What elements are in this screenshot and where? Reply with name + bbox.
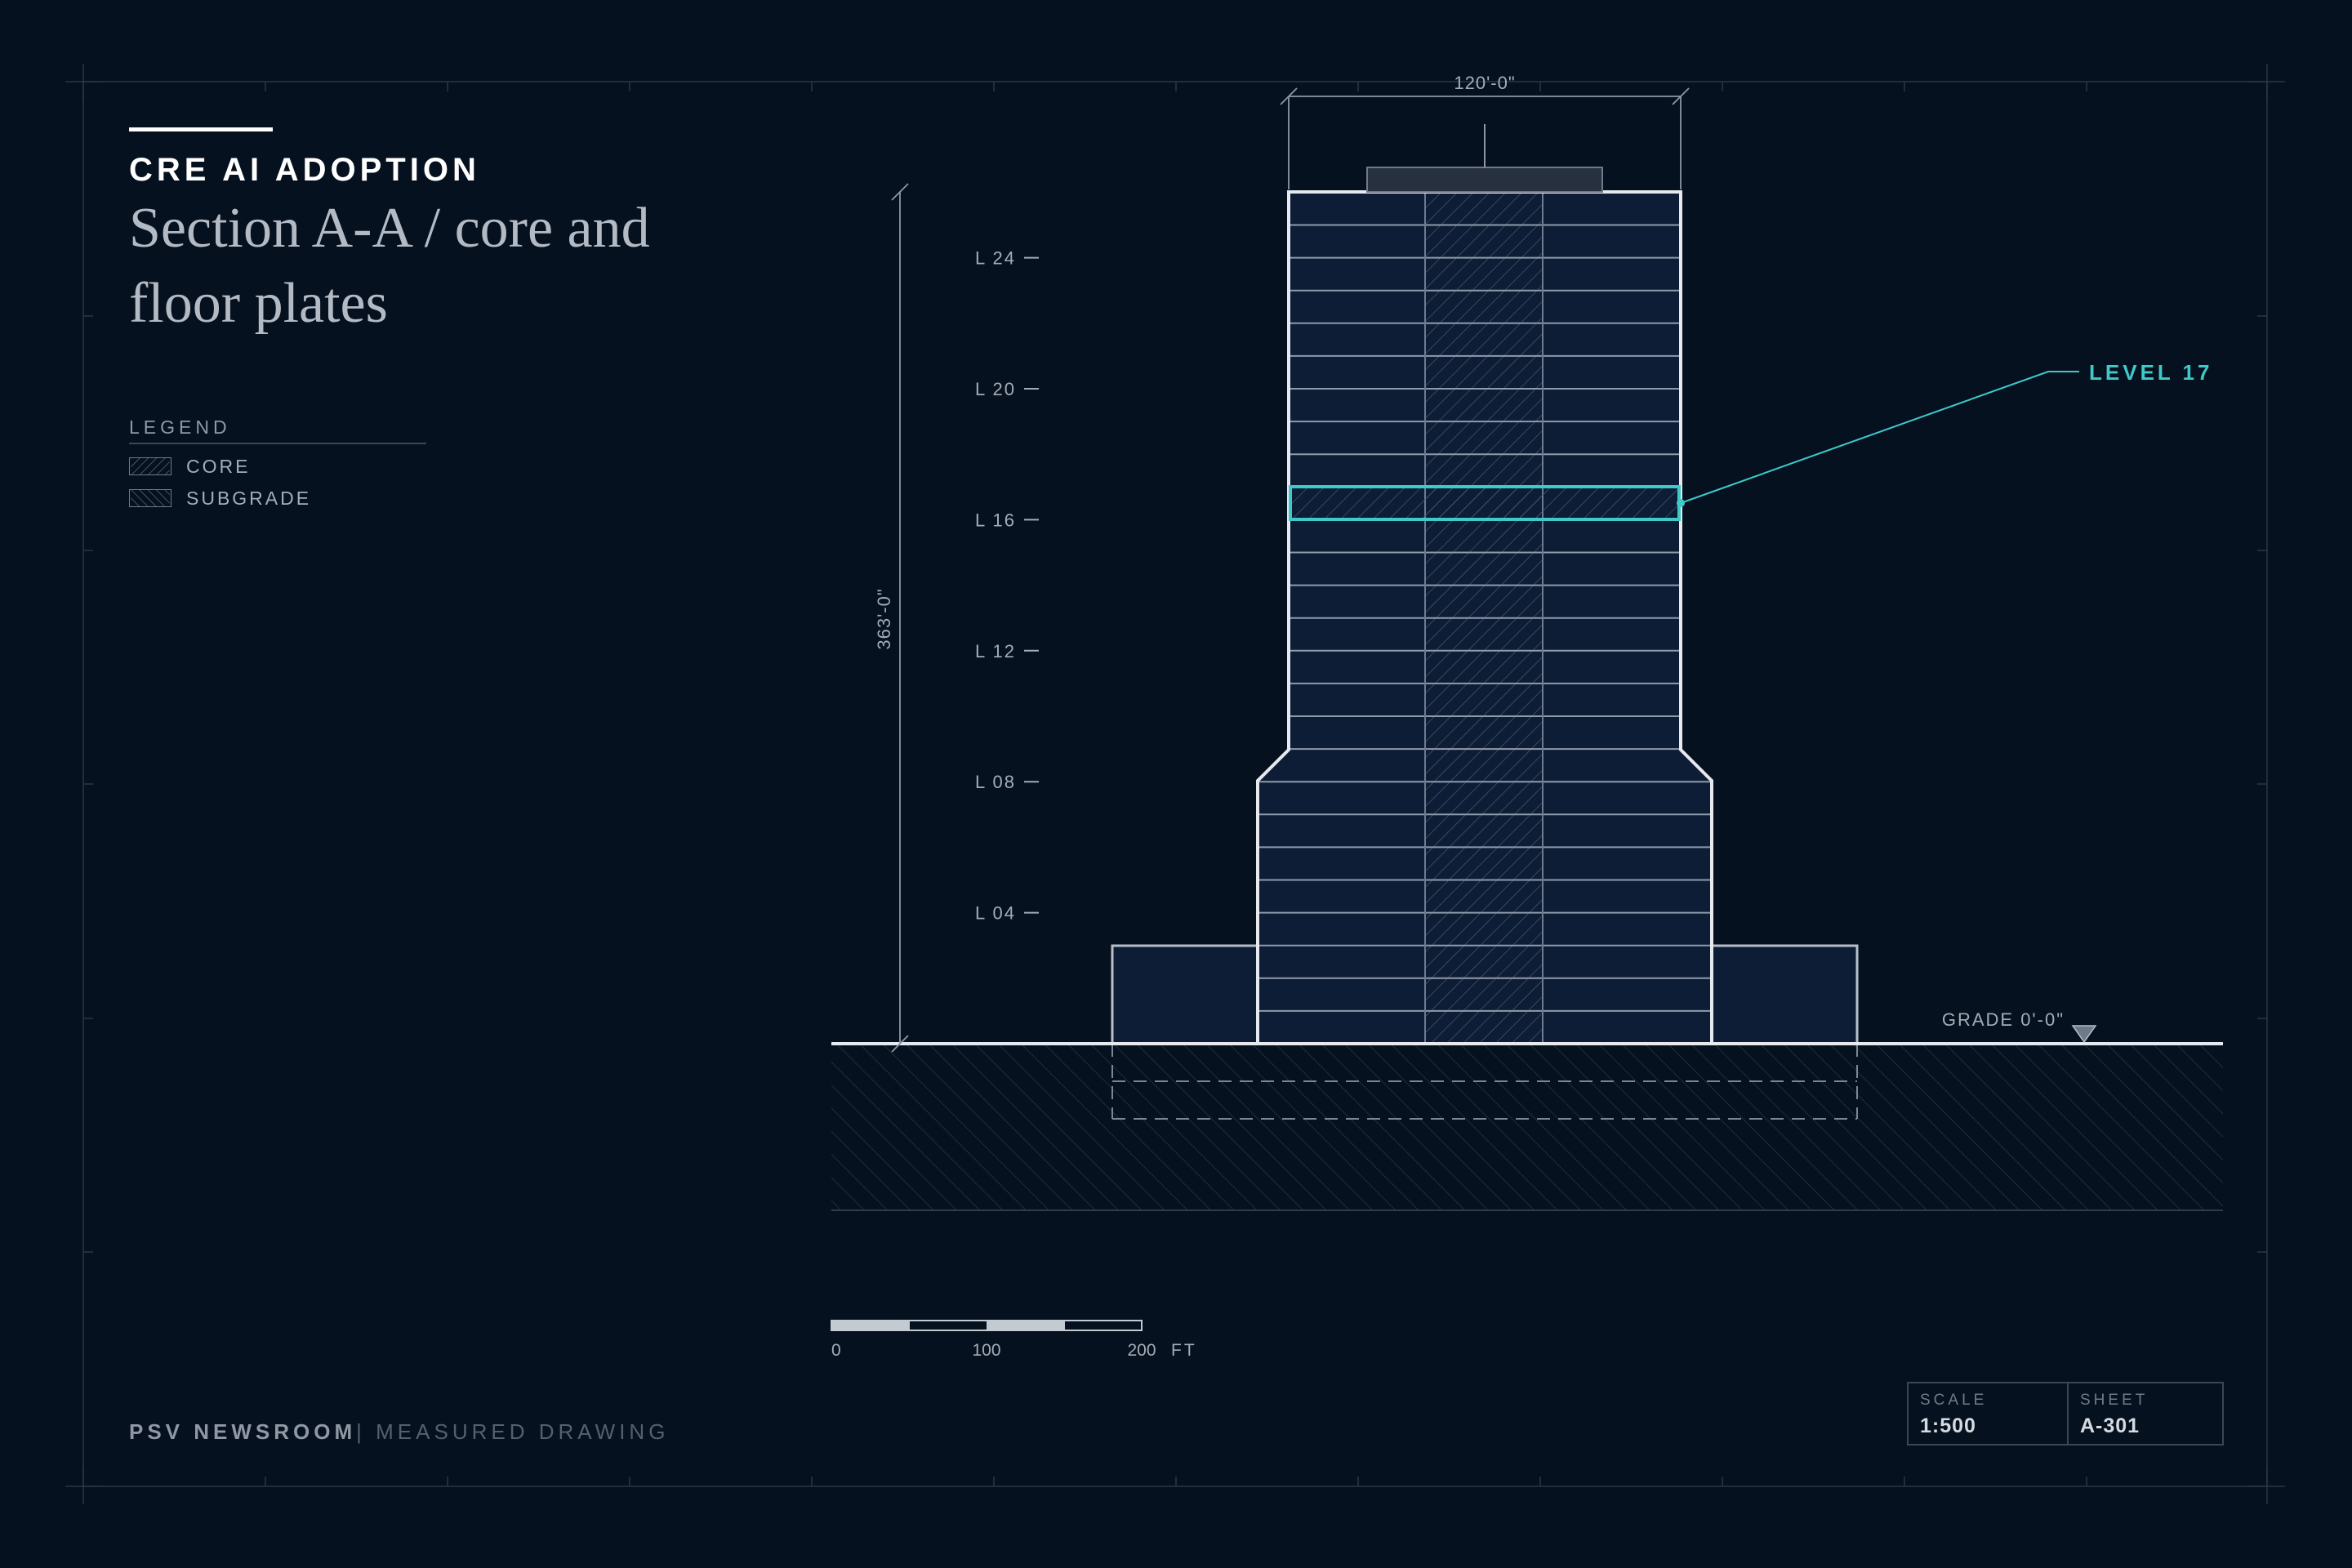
level-labels: L 24 L 20 L 16 L 12 L 08 L 04 [975, 248, 1039, 924]
level-label: L 12 [975, 641, 1016, 662]
scale-bar [831, 1320, 1143, 1331]
scale-tick-200: 200 [1127, 1341, 1156, 1360]
level-label: L 20 [975, 379, 1016, 399]
scale-unit: FT [1171, 1341, 1197, 1360]
height-dimension-label: 363'-0" [874, 588, 894, 649]
legend-title: LEGEND [129, 416, 231, 438]
title-rule [129, 127, 273, 131]
legend-label-subgrade: SUBGRADE [186, 488, 312, 509]
title-block-sheet: SHEET A-301 [2067, 1383, 2225, 1444]
grade-marker-icon [2071, 1025, 2097, 1044]
scale-label: SCALE [1920, 1392, 1988, 1409]
scale-tick-0: 0 [831, 1341, 841, 1360]
level-label: L 16 [975, 510, 1016, 530]
scale-tick-100: 100 [972, 1341, 1000, 1360]
title-block-scale: SCALE 1:500 [1909, 1383, 2065, 1444]
level-label: L 08 [975, 772, 1016, 792]
subgrade-hatch [831, 1044, 2223, 1210]
subgrade-swatch-icon [129, 489, 172, 507]
legend-rule [129, 443, 426, 444]
footer-brand-name: PSV NEWSROOM [129, 1419, 357, 1444]
core-swatch-icon [129, 457, 172, 475]
width-dimension-label: 120'-0" [1454, 73, 1515, 93]
level-label: L 04 [975, 903, 1016, 924]
footer-brand: PSV NEWSROOM| MEASURED DRAWING [129, 1419, 669, 1445]
callout-label: LEVEL 17 [2089, 360, 2212, 385]
drawing-sheet: LEVEL 17 GRADE 0'-0" 120'-0" 363'-0" L 2… [0, 0, 2352, 1568]
level-label: L 24 [975, 248, 1016, 269]
height-dimension [891, 183, 909, 1053]
callout-anchor [1677, 499, 1685, 507]
page-title: Section A-A / core and floor plates [129, 197, 650, 335]
level-17-highlight [1289, 485, 1681, 521]
sheet-value: A-301 [2080, 1414, 2140, 1437]
title-block: SCALE 1:500 SHEET A-301 [1907, 1382, 2224, 1446]
scale-value: 1:500 [1920, 1414, 1976, 1437]
footer-separator: | [356, 1419, 366, 1444]
kicker: CRE AI ADOPTION [129, 152, 480, 188]
rooftop-mechanical [1366, 167, 1603, 193]
grade-label: GRADE 0'-0" [1942, 1009, 2065, 1030]
legend-label-core: CORE [186, 456, 251, 477]
callout-leader [1680, 371, 2079, 504]
footer-subtitle: MEASURED DRAWING [376, 1419, 670, 1444]
sheet-label: SHEET [2080, 1392, 2149, 1409]
